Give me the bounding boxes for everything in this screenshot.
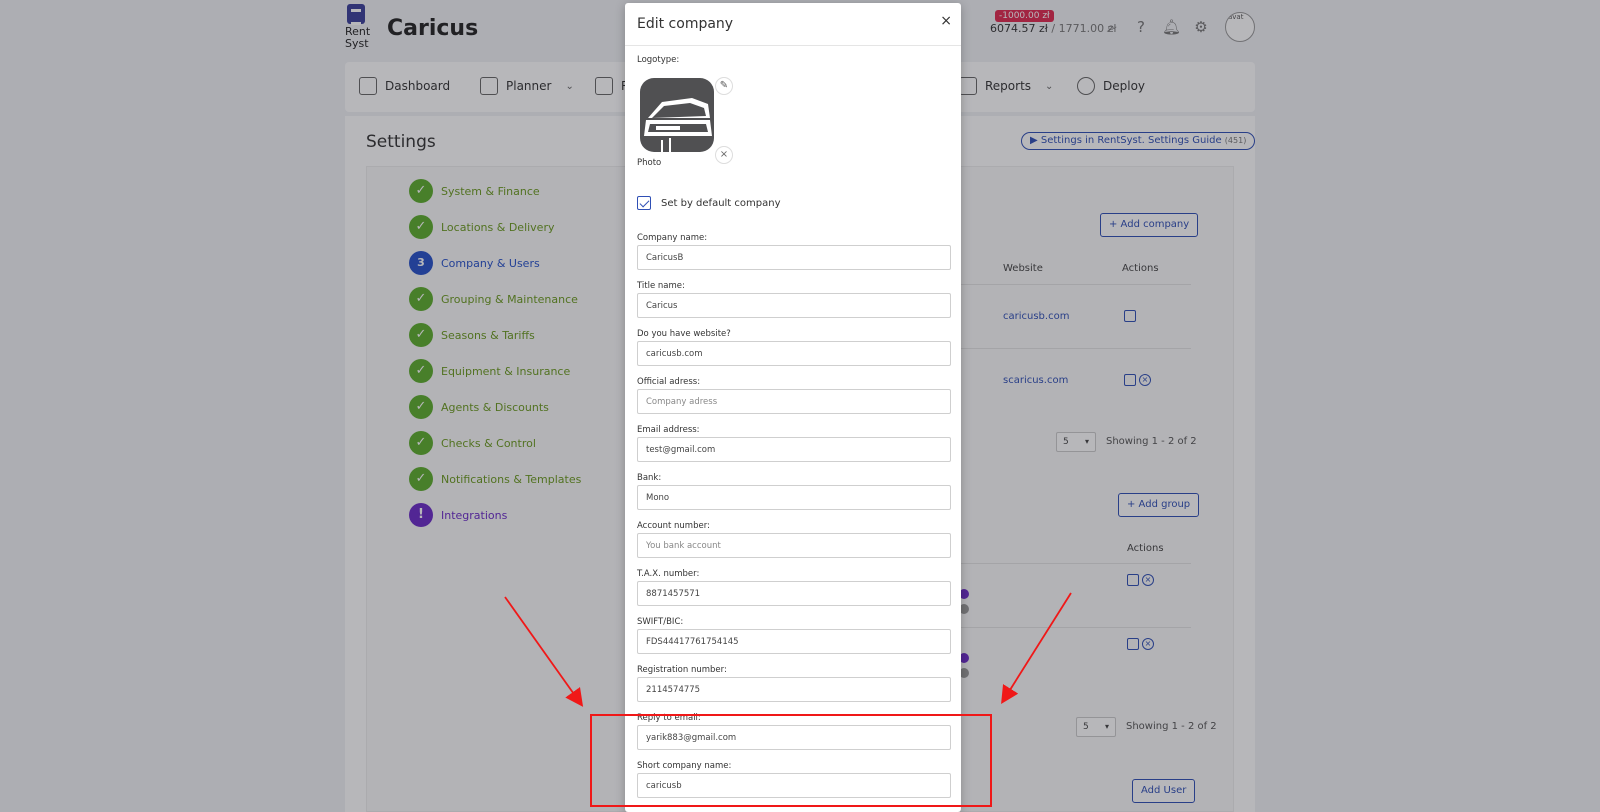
left-arrow [504,596,584,707]
annotation-arrows [504,592,1072,707]
right-arrow [1001,592,1072,705]
